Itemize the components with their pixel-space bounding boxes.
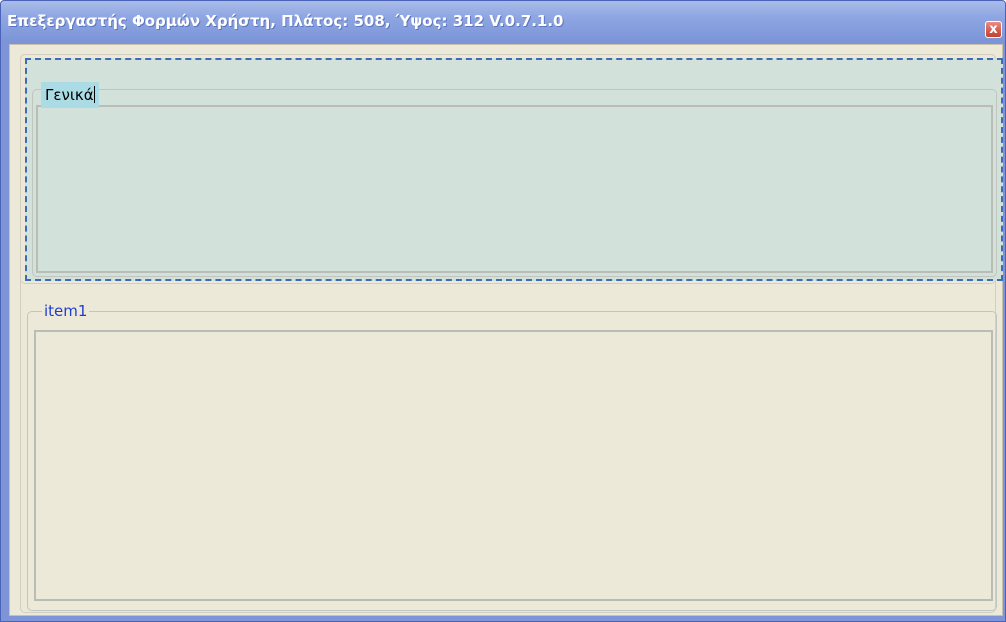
window-title: Επεξεργαστής Φορμών Χρήστη, Πλάτος: 508,… [7, 12, 564, 30]
group-general-selected[interactable]: Γενικά [25, 58, 1003, 281]
form-canvas[interactable]: Γενικά item1 [9, 44, 1003, 616]
title-bar[interactable]: Επεξεργαστής Φορμών Χρήστη, Πλάτος: 508,… [1, 1, 1005, 41]
form-editor-window: Επεξεργαστής Φορμών Χρήστη, Πλάτος: 508,… [0, 0, 1006, 622]
group-general-label[interactable]: Γενικά [41, 82, 99, 108]
close-button[interactable]: x [985, 21, 1002, 38]
group-general-content[interactable] [36, 105, 993, 273]
close-icon: x [989, 22, 998, 37]
group-general-text: Γενικά [45, 86, 94, 104]
text-caret [93, 86, 95, 103]
group-item1-content[interactable] [34, 330, 993, 601]
group-item1-label[interactable]: item1 [42, 302, 90, 320]
